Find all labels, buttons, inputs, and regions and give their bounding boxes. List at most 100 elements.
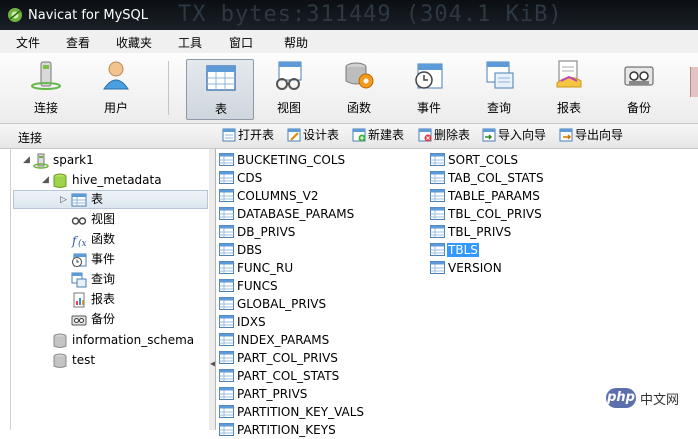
toolbar-overflow-icon[interactable] — [690, 67, 698, 97]
table-name: SORT_COLS — [448, 152, 518, 167]
table-icon — [206, 65, 236, 91]
menu-favorites[interactable]: 收藏夹 — [116, 34, 152, 51]
toolbar-function-button[interactable]: 函数 — [328, 57, 390, 119]
table-name: FUNCS — [237, 278, 278, 293]
collapse-arrow-icon[interactable]: ◢ — [23, 155, 30, 165]
new-table-button[interactable]: 新建表 — [352, 128, 404, 144]
table-item[interactable]: TBL_PRIVS — [430, 222, 512, 240]
import-wizard-button[interactable]: 导入向导 — [482, 128, 546, 144]
table-name: DBS — [237, 242, 262, 257]
design-table-button[interactable]: 设计表 — [287, 128, 339, 144]
toolbar-report-button[interactable]: 报表 — [538, 57, 600, 119]
design-table-icon — [287, 128, 301, 142]
table-item[interactable]: FUNCS — [219, 276, 279, 294]
table-item[interactable]: FUNC_RU — [219, 258, 294, 276]
table-name: COLUMNS_V2 — [237, 188, 319, 203]
toolbar-function-label: 函数 — [346, 101, 371, 115]
table-name: TBLS — [447, 242, 479, 257]
table-icon — [219, 405, 234, 418]
toolbar-connection-button[interactable]: 连接 — [15, 57, 77, 119]
table-icon — [219, 297, 234, 310]
tree-database-information-schema[interactable]: information_schema — [52, 331, 194, 350]
delete-table-button[interactable]: 删除表 — [418, 128, 470, 144]
table-item[interactable]: VERSION — [430, 258, 503, 276]
table-name: CDS — [237, 170, 263, 185]
table-icon — [219, 261, 234, 274]
table-item[interactable]: TBL_COL_PRIVS — [430, 204, 543, 222]
tree-connection-spark1[interactable]: spark1 — [33, 151, 94, 170]
event-icon — [72, 253, 87, 267]
user-icon — [103, 61, 129, 90]
table-name: PART_COL_STATS — [237, 368, 340, 383]
table-name: TBL_PRIVS — [448, 224, 512, 239]
table-item[interactable]: DB_PRIVS — [219, 222, 296, 240]
table-item[interactable]: TABLE_PARAMS — [430, 186, 541, 204]
table-item[interactable]: SORT_COLS — [430, 150, 519, 168]
table-name: IDXS — [237, 314, 266, 329]
toolbar-event-button[interactable]: 事件 — [398, 57, 460, 119]
table-item[interactable]: PART_PRIVS — [219, 384, 308, 402]
tree-item-functions[interactable]: f(x)函数 — [71, 230, 115, 249]
table-item[interactable]: GLOBAL_PRIVS — [219, 294, 327, 312]
database-open-icon — [53, 173, 67, 188]
svg-text:(x): (x) — [78, 238, 87, 248]
tree-item-events[interactable]: 事件 — [71, 250, 115, 269]
database-icon — [53, 333, 67, 348]
export-wizard-button[interactable]: 导出向导 — [559, 128, 623, 144]
table-item[interactable]: PARTITION_KEY_VALS — [219, 402, 365, 420]
table-item[interactable]: TBLS — [430, 240, 479, 258]
toolbar-event-label: 事件 — [416, 101, 441, 115]
table-icon — [430, 225, 445, 238]
table-item[interactable]: PARTITION_KEYS — [219, 420, 337, 438]
menu-window[interactable]: 窗口 — [229, 34, 253, 51]
view-icon — [276, 61, 302, 90]
toolbar-view-label: 视图 — [276, 101, 301, 115]
table-icon — [219, 351, 234, 364]
table-name: GLOBAL_PRIVS — [237, 296, 327, 311]
table-item[interactable]: IDXS — [219, 312, 267, 330]
menu-view[interactable]: 查看 — [66, 34, 90, 51]
table-item[interactable]: PART_COL_PRIVS — [219, 348, 339, 366]
expand-arrow-icon[interactable]: ▷ — [60, 195, 67, 205]
table-icon — [219, 171, 234, 184]
toolbar-view-button[interactable]: 视图 — [258, 57, 320, 119]
table-item[interactable]: INDEX_PARAMS — [219, 330, 330, 348]
tree-item-backups[interactable]: 备份 — [71, 310, 115, 329]
table-item[interactable]: BUCKETING_COLS — [219, 150, 346, 168]
tree-database-test[interactable]: test — [52, 351, 95, 370]
tree-item-reports[interactable]: 报表 — [71, 290, 115, 309]
export-icon — [559, 128, 573, 142]
tree-database-hive-metadata[interactable]: hive_metadata — [52, 171, 162, 190]
table-name: VERSION — [448, 260, 502, 275]
menu-help[interactable]: 帮助 — [284, 34, 308, 51]
menu-tools[interactable]: 工具 — [178, 34, 202, 51]
navicat-logo-icon — [8, 8, 22, 22]
table-icon — [430, 207, 445, 220]
collapse-arrow-icon[interactable]: ◢ — [42, 175, 49, 185]
toolbar-report-label: 报表 — [556, 101, 581, 115]
table-item[interactable]: TAB_COL_STATS — [430, 168, 545, 186]
background-terminal-text: TX bytes:311449 (304.1 KiB) — [178, 2, 563, 27]
table-item[interactable]: PART_COL_STATS — [219, 366, 340, 384]
toolbar-query-button[interactable]: 查询 — [468, 57, 530, 119]
report-icon — [73, 292, 85, 307]
toolbar-table-button[interactable]: 表 — [186, 59, 254, 120]
menu-file[interactable]: 文件 — [16, 34, 40, 51]
table-icon — [219, 189, 234, 202]
toolbar-user-button[interactable]: 用户 — [85, 57, 147, 119]
php-watermark: php 中文网 — [606, 388, 679, 408]
toolbar-table-label: 表 — [214, 102, 227, 116]
tree-item-tables[interactable]: 表 — [71, 190, 103, 209]
table-icon — [219, 243, 234, 256]
table-item[interactable]: DBS — [219, 240, 263, 258]
toolbar-backup-button[interactable]: 备份 — [608, 57, 670, 119]
table-item[interactable]: CDS — [219, 168, 263, 186]
tree-item-views[interactable]: 视图 — [71, 210, 115, 229]
tree-item-queries[interactable]: 查询 — [71, 270, 115, 289]
connection-pane-label: 连接 — [18, 131, 43, 145]
table-item[interactable]: COLUMNS_V2 — [219, 186, 320, 204]
function-icon: f(x) — [71, 234, 87, 248]
open-table-button[interactable]: 打开表 — [222, 128, 274, 144]
table-item[interactable]: DATABASE_PARAMS — [219, 204, 355, 222]
table-icon — [430, 243, 445, 256]
